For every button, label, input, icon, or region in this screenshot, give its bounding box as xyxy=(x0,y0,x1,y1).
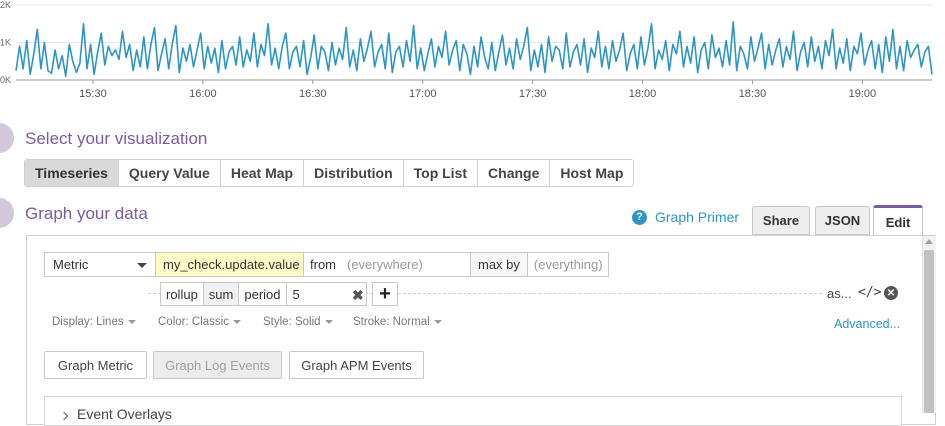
event-overlays-label: Event Overlays xyxy=(77,406,172,422)
y-tick-label: 1K xyxy=(0,38,11,48)
viz-tab-change[interactable]: Change xyxy=(478,160,551,186)
series-line xyxy=(15,21,933,78)
tab-edit[interactable]: Edit xyxy=(873,205,923,236)
from-placeholder: (everywhere) xyxy=(347,257,423,272)
stroke-label: Stroke: xyxy=(353,316,390,328)
display-value: Lines xyxy=(96,316,124,328)
advanced-link[interactable]: Advanced... xyxy=(834,317,900,331)
step-1-marker xyxy=(0,123,14,153)
remove-function-icon[interactable]: ✖ xyxy=(352,287,364,304)
from-label: from xyxy=(310,257,336,272)
scroll-up-arrow-icon[interactable] xyxy=(925,239,933,244)
caret-down-icon xyxy=(324,319,333,324)
x-tick-label: 16:00 xyxy=(189,88,217,100)
step-1-title: Select your visualization xyxy=(25,129,208,148)
tab-share[interactable]: Share xyxy=(752,206,810,235)
function-connector-right xyxy=(398,293,822,294)
stroke-option[interactable]: Stroke: Normal xyxy=(353,316,442,328)
viz-tab-query-value[interactable]: Query Value xyxy=(119,160,221,186)
function-param-label: period xyxy=(239,283,287,305)
max-by-label: max by xyxy=(471,253,528,276)
timeseries-chart: 2K 1K 0K 15:30 16:00 16:30 17:00 17:30 18:00 18:… xyxy=(0,0,933,100)
y-tick-label: 2K xyxy=(0,0,11,10)
viz-tab-timeseries[interactable]: Timeseries xyxy=(25,160,119,186)
viz-tab-host-map[interactable]: Host Map xyxy=(550,160,633,186)
viz-tab-heat-map[interactable]: Heat Map xyxy=(221,160,305,186)
max-by-field[interactable]: max by (everything) xyxy=(470,252,609,277)
graph-apm-events-button[interactable]: Graph APM Events xyxy=(289,351,424,379)
event-overlays-section[interactable]: Event Overlays xyxy=(44,396,902,426)
x-tick-label: 17:30 xyxy=(519,88,547,100)
caret-down-icon xyxy=(433,319,442,324)
display-option[interactable]: Display: Lines xyxy=(52,316,136,328)
y-tick-label: 0K xyxy=(0,75,11,85)
add-function-button[interactable]: + xyxy=(372,282,398,306)
style-option[interactable]: Style: Solid xyxy=(263,316,333,328)
viz-tab-top-list[interactable]: Top List xyxy=(404,160,479,186)
caret-down-icon xyxy=(232,319,241,324)
visualization-tabs: Timeseries Query Value Heat Map Distribu… xyxy=(24,159,635,187)
function-param-value[interactable]: 5 xyxy=(287,287,300,302)
step-2-marker xyxy=(0,198,14,228)
viz-tab-distribution[interactable]: Distribution xyxy=(304,160,404,186)
remove-query-icon[interactable]: ✕ xyxy=(884,286,898,300)
graph-log-events-button[interactable]: Graph Log Events xyxy=(153,351,282,379)
help-icon: ? xyxy=(632,209,647,225)
style-value: Solid xyxy=(294,316,321,328)
graph-primer-label: Graph Primer xyxy=(655,209,740,225)
color-option[interactable]: Color: Classic xyxy=(158,316,241,328)
tab-json[interactable]: JSON xyxy=(815,206,870,235)
rollup-function[interactable]: rollup sum period 5 xyxy=(160,282,367,306)
x-tick-label: 15:30 xyxy=(79,88,107,100)
query-type-value: Metric xyxy=(53,257,89,272)
function-name: rollup xyxy=(161,283,204,305)
alias-link[interactable]: as... xyxy=(827,286,852,301)
query-type-select[interactable]: Metric xyxy=(44,252,156,277)
max-by-placeholder: (everything) xyxy=(533,257,603,272)
x-tick-label: 18:00 xyxy=(629,88,657,100)
step-2-title: Graph your data xyxy=(25,204,148,223)
function-aggregator[interactable]: sum xyxy=(203,283,240,305)
x-tick-label: 17:00 xyxy=(409,88,437,100)
x-tick-label: 19:00 xyxy=(849,88,877,100)
code-icon[interactable]: </> xyxy=(858,285,881,300)
display-label: Display: xyxy=(52,316,93,328)
scrollbar-thumb[interactable] xyxy=(924,250,934,413)
x-tick-label: 16:30 xyxy=(299,88,327,100)
x-tick-label: 18:30 xyxy=(739,88,767,100)
graph-primer-link[interactable]: ? Graph Primer xyxy=(632,209,739,225)
from-scope-field[interactable]: from (everywhere) xyxy=(303,252,471,277)
stroke-value: Normal xyxy=(392,316,430,328)
color-value: Classic xyxy=(191,316,229,328)
metric-name-field[interactable]: my_check.update.value xyxy=(155,252,304,277)
color-label: Color: xyxy=(158,316,189,328)
style-label: Style: xyxy=(263,316,292,328)
graph-metric-button[interactable]: Graph Metric xyxy=(44,351,147,379)
caret-down-icon xyxy=(127,319,136,324)
chevron-down-icon xyxy=(137,263,147,268)
chevron-right-icon xyxy=(59,411,69,421)
